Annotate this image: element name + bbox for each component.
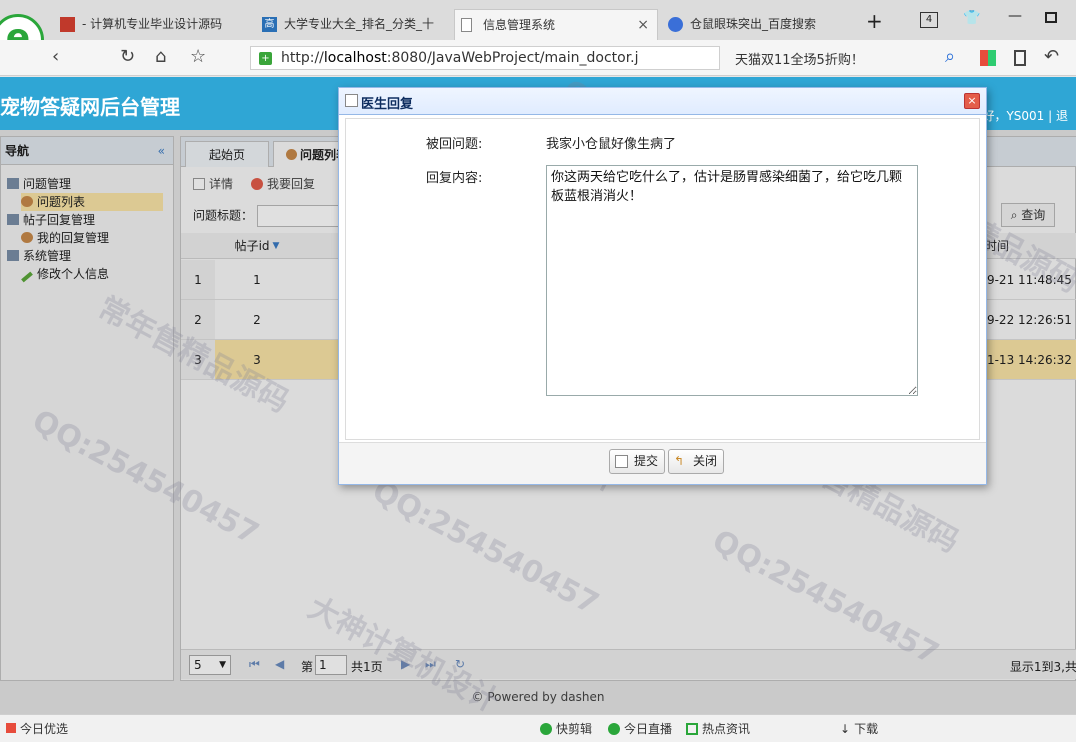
question-value: 我家小仓鼠好像生病了 xyxy=(546,137,677,152)
status-label: 快剪辑 xyxy=(556,722,593,736)
status-item[interactable]: 快剪辑 xyxy=(540,720,592,737)
status-item[interactable]: 今日直播 xyxy=(608,720,672,737)
red-favicon-icon xyxy=(60,17,75,32)
minimize-icon[interactable]: — xyxy=(1008,8,1022,24)
question-label: 被回问题: xyxy=(426,137,483,152)
tab-label: 信息管理系统 xyxy=(483,18,556,32)
reply-content-textarea[interactable]: 你这两天给它吃什么了，估计是肠胃感染细菌了，给它吃几颗板蓝根消消火！ xyxy=(546,165,918,396)
submit-button[interactable]: 提交 xyxy=(609,449,666,474)
status-item[interactable]: 今日优选 xyxy=(6,720,68,737)
status-label: 今日优选 xyxy=(20,722,69,736)
home-icon[interactable]: ⌂ xyxy=(155,47,166,67)
new-tab-button[interactable]: + xyxy=(866,9,883,33)
edit-icon xyxy=(345,94,358,107)
reload-icon[interactable]: ↻ xyxy=(120,47,135,67)
doctor-reply-dialog: 医生回复 × 被回问题: 我家小仓鼠好像生病了 回复内容: 你这两天给它吃什么了… xyxy=(338,87,987,485)
browser-tab-2[interactable]: 高 大学专业大全_排名_分类_十 xyxy=(256,9,452,40)
play-icon xyxy=(540,723,552,735)
tab-count-badge[interactable]: 4 xyxy=(920,12,938,28)
reader-icon[interactable] xyxy=(1014,50,1026,66)
app-title: 宠物答疑网后台管理 xyxy=(0,95,180,119)
dialog-title: 医生回复 xyxy=(361,97,414,112)
star-icon[interactable]: ☆ xyxy=(190,47,206,67)
page-favicon-icon xyxy=(461,18,472,32)
secure-shield-icon: + xyxy=(259,52,272,65)
baidu-paw-icon xyxy=(668,17,683,32)
button-label: 提交 xyxy=(634,454,659,468)
reply-label: 回复内容: xyxy=(426,171,483,186)
tab-close-icon[interactable]: × xyxy=(637,10,649,40)
edit-icon xyxy=(615,455,628,468)
status-label: 下载 xyxy=(854,722,879,736)
button-label: 关闭 xyxy=(693,454,718,468)
maximize-icon[interactable] xyxy=(1045,12,1057,23)
url-field[interactable]: + http://localhost:8080/JavaWebProject/m… xyxy=(250,46,720,70)
gift-icon xyxy=(6,723,16,733)
status-item[interactable]: ↓ 下载 xyxy=(840,720,878,737)
live-icon xyxy=(608,723,620,735)
status-label: 热点资讯 xyxy=(702,722,751,736)
browser-tab-active[interactable]: 信息管理系统 × xyxy=(454,9,658,40)
browser-tab-strip: e - 计算机专业毕业设计源码 高 大学专业大全_排名_分类_十 信息管理系统 … xyxy=(0,0,1076,66)
browser-tab-1[interactable]: - 计算机专业毕业设计源码 xyxy=(54,9,250,40)
apps-grid-icon[interactable] xyxy=(980,50,996,66)
dialog-header: 医生回复 × xyxy=(339,88,986,115)
shirt-icon[interactable]: 👕 xyxy=(963,10,980,26)
back-arrow-icon: ↰ xyxy=(674,454,685,468)
browser-tab-4[interactable]: 仓鼠眼珠突出_百度搜索 xyxy=(662,9,852,40)
dialog-close-button[interactable]: × xyxy=(964,93,980,109)
news-icon xyxy=(686,723,698,735)
status-label: 今日直播 xyxy=(624,722,673,736)
dialog-body: 被回问题: 我家小仓鼠好像生病了 回复内容: 你这两天给它吃什么了，估计是肠胃感… xyxy=(345,118,980,440)
close-button[interactable]: ↰ 关闭 xyxy=(668,449,725,474)
back-icon[interactable]: ‹ xyxy=(52,47,59,67)
tab-label: 大学专业大全_排名_分类_十 xyxy=(284,17,435,31)
browser-status-bar: 今日优选 快剪辑 今日直播 热点资讯 ↓ 下载 xyxy=(0,714,1076,742)
url-text: http://localhost:8080/JavaWebProject/mai… xyxy=(281,50,639,66)
dialog-footer: 提交 ↰ 关闭 xyxy=(339,442,986,484)
undo-icon[interactable]: ↶ xyxy=(1044,47,1059,67)
search-icon[interactable]: ⌕ xyxy=(945,47,955,67)
status-item[interactable]: 热点资讯 xyxy=(686,720,750,737)
tab-label: 仓鼠眼珠突出_百度搜索 xyxy=(690,17,817,31)
download-icon: ↓ xyxy=(840,722,851,736)
gaokao-favicon-icon: 高 xyxy=(262,17,277,32)
address-bar-row: ‹ ↻ ⌂ ☆ + http://localhost:8080/JavaWebP… xyxy=(0,40,1076,76)
tab-label: - 计算机专业毕业设计源码 xyxy=(82,17,223,31)
promo-search-text[interactable]: 天猫双11全场5折购！ xyxy=(735,49,864,68)
